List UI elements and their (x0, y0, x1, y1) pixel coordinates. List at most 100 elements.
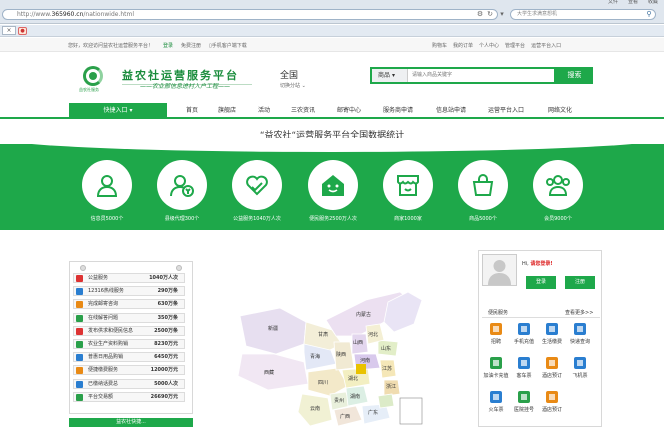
service-icon (546, 391, 558, 403)
orders-link[interactable]: 我的订单 (453, 42, 473, 49)
map-label-yunnan: 云南 (310, 405, 320, 412)
group-icon (546, 175, 570, 196)
menu-file[interactable]: 文件 (608, 0, 618, 5)
map-region-fujian (377, 393, 395, 409)
nav-provider-apply[interactable]: 服务商申请 (383, 103, 413, 119)
service-icon (518, 323, 530, 335)
stat-row-icon (76, 380, 83, 388)
stat-label-members: 信息员5000个 (90, 216, 124, 222)
map-label-xinjiang: 新疆 (268, 325, 278, 332)
stat-row: 公益服务 1040万人次 (73, 273, 185, 283)
nav-activities[interactable]: 活动 (258, 103, 270, 119)
service-item[interactable]: 酒店预订 (538, 390, 566, 416)
cart-link[interactable]: 购物车 (432, 42, 447, 49)
map-label-shandong: 山东 (381, 345, 391, 352)
service-item[interactable]: 医院挂号 (510, 390, 538, 416)
more-services-link[interactable]: 查看更多>> (565, 309, 593, 316)
nav-news[interactable]: 三农资讯 (291, 103, 315, 119)
menu-favorites[interactable]: 收藏 (648, 0, 658, 5)
stat-row-label: 普惠日用品购销 (88, 354, 124, 361)
south-china-sea-inset (399, 397, 423, 425)
stat-row-value: 630万条 (157, 301, 178, 308)
map-label-hubei: 湖北 (348, 375, 358, 382)
service-item[interactable]: 加油卡充值 (482, 356, 510, 382)
quick-entry-header: 益农社快捷... (69, 418, 193, 427)
service-item[interactable]: 生活缴费 (538, 322, 566, 348)
nav-home[interactable]: 首页 (186, 103, 198, 119)
register-link[interactable]: 免费注册 (181, 42, 201, 49)
dropdown-icon[interactable]: ▾ (498, 10, 506, 19)
stat-row-value: 26690万元 (150, 393, 178, 400)
close-tab-button[interactable]: × (2, 26, 16, 35)
nav-mail-center[interactable]: 邮寄中心 (337, 103, 361, 119)
browser-search-input[interactable]: 大学生求满意想机 (510, 9, 656, 20)
stat-row-value: 8230万元 (154, 341, 178, 347)
service-item[interactable]: 招聘 (482, 322, 510, 348)
service-icon (518, 357, 530, 369)
map-label-hebei: 河北 (368, 331, 378, 338)
stat-row-icon (76, 354, 83, 362)
search-icon[interactable]: ⚲ (644, 10, 654, 19)
nav-flagship[interactable]: 旗舰店 (218, 103, 236, 119)
stat-row-value: 6450万元 (154, 354, 178, 361)
stat-label-merchants: 商家1000家 (394, 216, 422, 222)
app-download-link[interactable]: ▯手机客户端下载 (209, 42, 247, 49)
favorite-icon[interactable]: ● (18, 27, 27, 35)
ops-entry-link[interactable]: 运营平台入口 (531, 42, 561, 49)
search-input[interactable] (412, 69, 552, 82)
stat-row-label: 已缴纳话费总 (88, 380, 119, 387)
url-domain: 365960.cn (51, 11, 84, 18)
user-center-link[interactable]: 个人中心 (479, 42, 499, 49)
stat-circle-charity[interactable] (232, 160, 282, 210)
nav-culture[interactable]: 网络文化 (548, 103, 572, 119)
stat-circle-convenience[interactable] (308, 160, 358, 210)
service-item[interactable]: 火车票 (482, 390, 510, 416)
quick-entry-menu[interactable]: 快捷入口 ▾ (69, 103, 167, 119)
security-icon[interactable]: ⚙ (476, 10, 484, 19)
nav-station-apply[interactable]: 信息站申请 (436, 103, 466, 119)
stat-circle-agents[interactable] (157, 160, 207, 210)
account-links: 登录 免费注册 ▯手机客户端下载 (163, 42, 247, 49)
service-label: 快递查询 (569, 339, 590, 345)
map-label-gansu: 甘肃 (318, 331, 328, 338)
admin-link[interactable]: 管理平台 (505, 42, 525, 49)
service-label: 酒店预订 (541, 407, 562, 413)
stat-row: 普惠日用品购销 6450万元 (73, 352, 185, 363)
register-button[interactable]: 注册 (565, 276, 595, 289)
map-label-sichuan: 四川 (318, 380, 328, 386)
menu-view[interactable]: 查看 (628, 0, 638, 5)
service-icon (490, 323, 502, 335)
quick-entry-label: 快捷入口 (103, 107, 128, 114)
chevron-down-icon: ⌄ (301, 83, 306, 89)
search-button[interactable]: 搜索 (556, 67, 593, 84)
nav-ops-entry[interactable]: 运营平台入口 (488, 103, 524, 119)
region-switch[interactable]: 切换分站 ⌄ (280, 82, 306, 89)
login-button[interactable]: 登录 (526, 276, 556, 289)
url-prefix: http://www. (17, 11, 52, 18)
stat-row-value: 350万条 (157, 314, 178, 321)
refresh-icon[interactable]: ↻ (486, 10, 494, 19)
service-icon (518, 391, 530, 403)
search-category-select[interactable]: 商品 ▾ (372, 69, 408, 82)
logo-icon[interactable] (83, 66, 103, 86)
favorites-bar (0, 25, 664, 37)
address-bar[interactable]: http://www.365960.cn/nationwide.html (2, 9, 498, 20)
stat-circle-merchants[interactable] (383, 160, 433, 210)
map-label-guangxi: 广西 (340, 413, 350, 420)
store-icon (397, 175, 419, 196)
stat-circle-members[interactable] (82, 160, 132, 210)
service-item[interactable]: 快递查询 (566, 322, 594, 348)
stat-circle-products[interactable] (458, 160, 508, 210)
region-switch-label: 切换分站 (280, 83, 301, 89)
stat-circle-users[interactable] (533, 160, 583, 210)
service-item[interactable]: 酒店预订 (538, 356, 566, 382)
tab-convenience-services[interactable]: 便民服务 (488, 309, 508, 316)
service-icon (490, 391, 502, 403)
service-item[interactable]: 客车票 (510, 356, 538, 382)
stat-row-icon (76, 314, 83, 322)
chevron-down-icon: ▾ (391, 72, 395, 79)
china-map[interactable]: 新疆 西藏 青海 甘肃 内蒙古 四川 云南 贵州 广西 广东 湖南 湖北 河南 … (206, 290, 446, 427)
login-link[interactable]: 登录 (163, 42, 173, 49)
service-item[interactable]: 手机充值 (510, 322, 538, 348)
service-item[interactable]: 飞机票 (566, 356, 594, 382)
